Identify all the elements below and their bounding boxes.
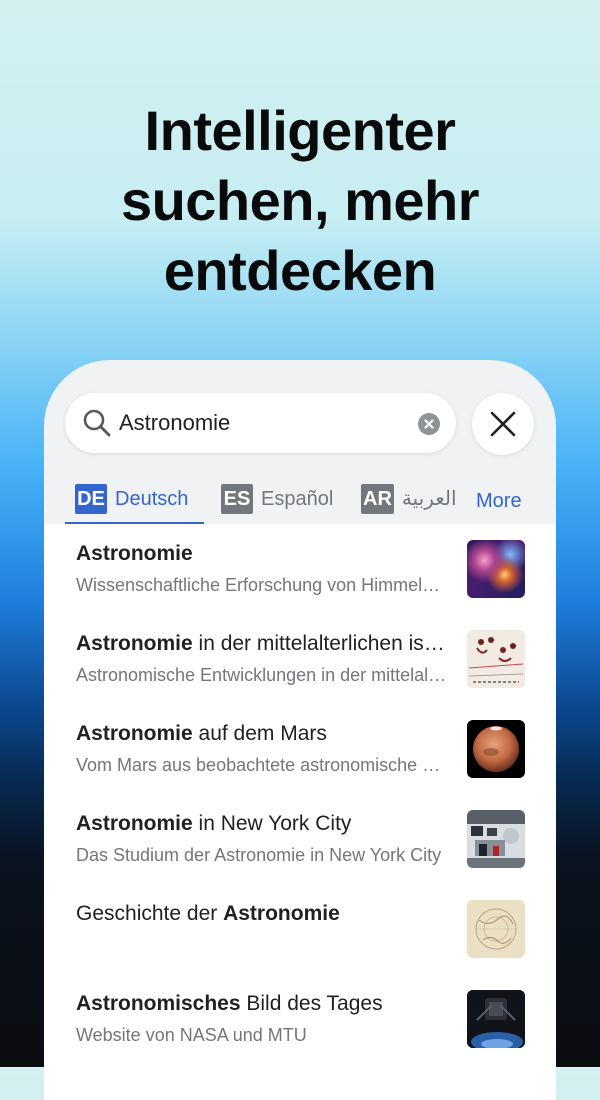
search-result-item[interactable]: Astronomie in der mittelalterlichen isla… — [44, 614, 556, 704]
result-description: Vom Mars aus beobachtete astronomische P… — [76, 755, 448, 775]
language-code-badge: AR — [361, 484, 394, 514]
result-description: Das Studium der Astronomie in New York C… — [76, 845, 442, 865]
search-bar[interactable]: Astronomie — [65, 393, 456, 453]
result-title: Astronomie in der mittelalterlichen isla… — [76, 632, 446, 655]
headline-line-2: suchen, mehr — [120, 169, 480, 232]
search-result-item[interactable]: Astronomisches Bild des Tages Website vo… — [44, 974, 556, 1064]
nebula-image — [467, 540, 525, 598]
search-result-item[interactable]: Geschichte der Astronomie — [44, 884, 556, 974]
search-result-item[interactable]: Astronomie in New York City Das Studium … — [44, 794, 556, 884]
result-title: Astronomie in New York City — [76, 812, 352, 835]
mars-image — [467, 720, 525, 778]
phone-screen: Astronomie DE Deutsch ES Español AR العر… — [44, 360, 556, 1100]
more-languages-link[interactable]: More — [476, 486, 522, 516]
tab-language-de[interactable]: DE Deutsch — [75, 484, 188, 524]
search-icon — [83, 409, 111, 437]
search-result-item[interactable]: Astronomie auf dem Mars Vom Mars aus beo… — [44, 704, 556, 794]
language-code-badge: ES — [221, 484, 253, 514]
headline-line-1: Intelligenter — [144, 99, 456, 162]
manuscript-image — [467, 630, 525, 688]
close-button[interactable] — [472, 393, 534, 455]
tab-language-es[interactable]: ES Español — [221, 484, 333, 524]
result-title: Astronomie — [76, 542, 193, 565]
language-name: العربية — [401, 488, 457, 510]
close-icon — [490, 411, 516, 437]
language-name: Deutsch — [115, 488, 189, 510]
result-description: Website von NASA und MTU — [76, 1025, 307, 1045]
result-title: Astronomisches Bild des Tages — [76, 992, 383, 1015]
old-star-chart-image — [467, 900, 525, 958]
result-description: Wissenschaftliche Erforschung von Himmel… — [76, 575, 448, 595]
telescope-image — [467, 990, 525, 1048]
language-name: Español — [261, 488, 334, 510]
result-title: Astronomie auf dem Mars — [76, 722, 327, 745]
clear-icon[interactable] — [418, 413, 440, 435]
result-title: Geschichte der Astronomie — [76, 902, 340, 925]
observatory-image — [467, 810, 525, 868]
tab-language-ar[interactable]: AR العربية — [361, 484, 457, 524]
headline-line-3: entdecken — [163, 239, 437, 302]
search-results-list: Astronomie Wissenschaftliche Erforschung… — [44, 524, 556, 1100]
search-input[interactable]: Astronomie — [119, 410, 230, 436]
result-description: Astronomische Entwicklungen in der mitte… — [76, 665, 448, 685]
language-code-badge: DE — [75, 484, 107, 514]
search-result-item[interactable]: Astronomie Wissenschaftliche Erforschung… — [44, 524, 556, 614]
headline: Intelligenter suchen, mehr entdecken — [0, 96, 600, 306]
